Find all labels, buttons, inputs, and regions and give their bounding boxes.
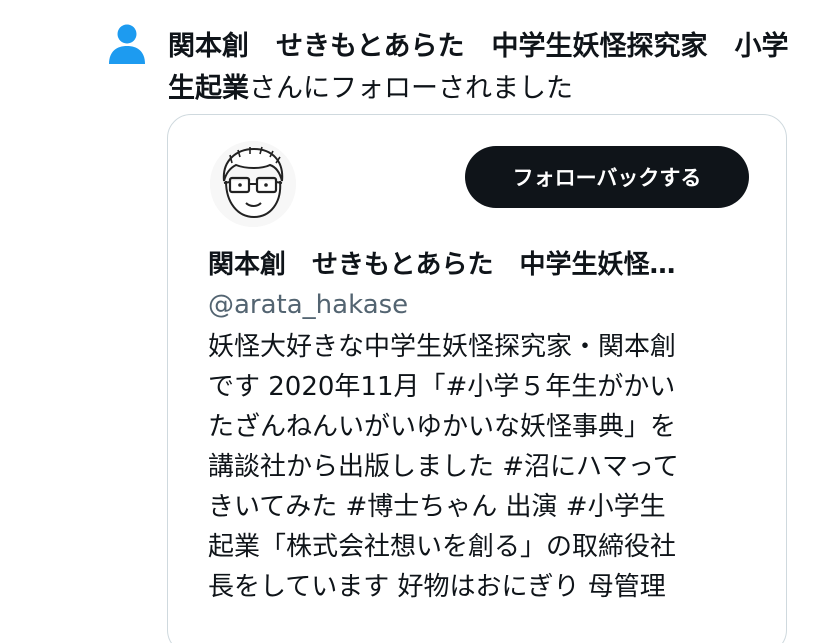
bio-line: 妖怪大好きな中学生妖怪探究家・関本創 xyxy=(208,332,677,362)
followed-message: さんにフォローされました xyxy=(249,73,573,104)
follow-back-button[interactable]: フォローバックする xyxy=(465,146,749,208)
notification-page: 関本創 せきもとあらた 中学生妖怪探究家 小学生起業さんにフォローされました フ… xyxy=(0,0,828,643)
follow-notification-text: 関本創 せきもとあらた 中学生妖怪探究家 小学生起業さんにフォローされました xyxy=(168,26,808,110)
bio-line: 長をしています 好物はおにぎり 母管理 xyxy=(208,572,666,602)
profile-bio: 妖怪大好きな中学生妖怪探究家・関本創 です 2020年11月「#小学５年生がかい… xyxy=(208,327,768,607)
profile-card[interactable]: フォローバックする 関本創 せきもとあらた 中学生妖怪… @arata_haka… xyxy=(167,114,787,643)
person-icon xyxy=(109,24,145,64)
bio-line: きいてみた #博士ちゃん 出演 #小学生 xyxy=(208,492,666,522)
avatar[interactable] xyxy=(210,141,296,227)
bio-line: 講談社から出版しました #沼にハマって xyxy=(208,452,679,482)
bio-line: です 2020年11月「#小学５年生がかい xyxy=(208,372,676,402)
profile-handle[interactable]: @arata_hakase xyxy=(208,285,408,325)
profile-name[interactable]: 関本創 せきもとあらた 中学生妖怪… xyxy=(208,245,753,285)
avatar-drawing-icon xyxy=(210,141,296,227)
bio-line: たざんねんいがいゆかいな妖怪事典」を xyxy=(208,412,677,442)
bio-line: 起業「株式会社想いを創る」の取締役社 xyxy=(208,532,677,562)
